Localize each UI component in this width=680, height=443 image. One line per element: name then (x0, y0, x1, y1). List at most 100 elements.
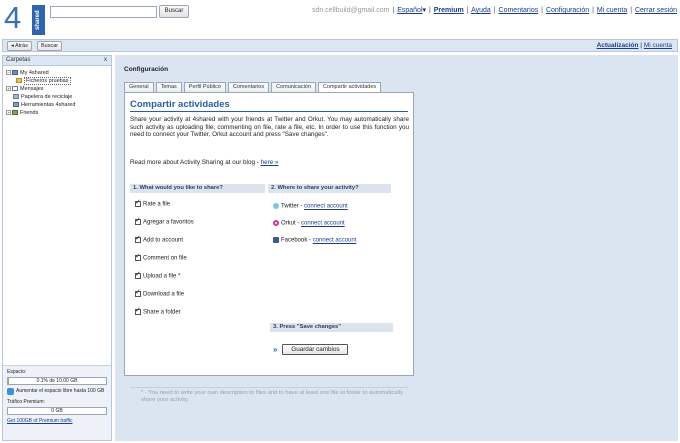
tree-item-label: Ficheros pruebas (24, 77, 71, 85)
traffic-label: Tráfico Premium: (7, 399, 45, 405)
update-link[interactable]: Actualización (597, 42, 639, 49)
option-comment-file[interactable]: Comment on file (135, 253, 187, 263)
save-row: » Guardar cambios (273, 344, 349, 355)
main-area: Configuración General Temas Perfil Públi… (115, 55, 678, 441)
tree-item-friends[interactable]: + Friends (6, 109, 111, 117)
tree-item-label: Papelera de reciclaje (21, 94, 73, 100)
checkbox[interactable] (135, 199, 141, 207)
nav-account-link[interactable]: Mi cuenta (644, 42, 672, 49)
orkut-icon (273, 220, 279, 226)
intro-text: Share your activity at 4shared with your… (130, 116, 409, 139)
help-link[interactable]: Ayuda (471, 7, 491, 14)
expand-icon[interactable]: + (6, 86, 11, 92)
logo[interactable]: 4 shared (4, 1, 46, 35)
upgrade-text: Aumentar el espacio libre hasta 100 GB (16, 388, 105, 394)
traffic-value: 0 GB (51, 408, 63, 414)
twitter-icon (273, 203, 279, 209)
space-label: Espacio: (7, 369, 27, 375)
service-facebook: Facebook - connect account (273, 237, 356, 245)
tree-item-my-4shared[interactable]: − My 4shared (6, 69, 111, 77)
logout-link[interactable]: Cerrar sesión (635, 7, 677, 14)
checkbox[interactable] (135, 271, 141, 279)
top-links: sdn.cellbuild@gmail.com | Español▾ | Pre… (311, 7, 677, 14)
collapse-icon[interactable]: − (6, 70, 11, 76)
tree-item-label: Mensajes (20, 86, 44, 92)
tab-comentarios[interactable]: Comentarios (227, 82, 270, 92)
sidebar-header: Carpetas x (3, 56, 111, 66)
connect-twitter-link[interactable]: connect account (304, 204, 348, 210)
option-download-file[interactable]: Download a file (135, 289, 184, 299)
close-icon[interactable]: x (104, 56, 107, 65)
checkbox[interactable] (135, 235, 141, 243)
storage-panel: Espacio: 0.1% de 10.00 GB Aumentar el es… (3, 365, 111, 440)
upgrade-icon (7, 388, 14, 395)
double-arrow-icon: » (273, 345, 278, 354)
blog-link[interactable]: here » (261, 159, 279, 166)
home-icon (12, 70, 18, 76)
option-add-to-account[interactable]: Add to account (135, 235, 183, 245)
connect-orkut-link[interactable]: connect account (301, 221, 345, 227)
panel-title: Compartir actividades (130, 99, 230, 110)
checkbox[interactable] (135, 253, 141, 261)
premium-link[interactable]: Premium (434, 7, 464, 14)
service-orkut: Orkut - connect account (273, 220, 345, 228)
tree-item-herramientas[interactable]: Herramientas 4shared (6, 101, 111, 109)
option-share-folder[interactable]: Share a folder (135, 307, 181, 317)
tree-item-papelera[interactable]: Papelera de reciclaje (6, 93, 111, 101)
premium-traffic-link[interactable]: Get 100GB of Premium traffic (7, 418, 107, 424)
tree-item-label: My 4shared (20, 70, 49, 76)
upgrade-space[interactable]: Aumentar el espacio libre hasta 100 GB (7, 388, 107, 395)
section-where-to-share: 2. Where to share your activity? (268, 184, 391, 193)
tab-perfil-publico[interactable]: Perfil Público (183, 82, 226, 92)
sidebar: Carpetas x − My 4shared Ficheros pruebas … (2, 55, 112, 441)
tree-item-label: Herramientas 4shared (21, 102, 76, 108)
service-twitter: Twitter - connect account (273, 203, 348, 211)
friends-icon (12, 110, 18, 116)
space-value: 0.1% de 10.00 GB (36, 378, 78, 384)
comments-link[interactable]: Comentarios (499, 7, 539, 14)
tree-item-mensajes[interactable]: + Mensajes (6, 85, 111, 93)
checkbox[interactable] (135, 289, 141, 297)
trash-icon (13, 94, 19, 100)
expand-icon[interactable]: + (6, 110, 11, 116)
sidebar-title: Carpetas (6, 57, 31, 63)
mail-icon (12, 86, 18, 92)
search-button[interactable]: Buscar (159, 5, 189, 18)
checkbox[interactable] (135, 307, 141, 315)
option-upload-file[interactable]: Upload a file * (135, 271, 180, 281)
title-divider (130, 111, 408, 112)
checkbox[interactable] (135, 217, 141, 225)
back-button[interactable]: ◂ Atrás (7, 41, 32, 51)
nav-search-button[interactable]: Buscar (37, 41, 63, 51)
settings-link[interactable]: Configuración (546, 7, 589, 14)
my-account-link[interactable]: Mi cuenta (597, 7, 627, 14)
nav-links: Actualización | Mi cuenta (596, 42, 672, 49)
search-input[interactable] (50, 6, 157, 18)
space-gauge: 0.1% de 10.00 GB (7, 377, 107, 385)
save-button[interactable]: Guardar cambios (282, 344, 349, 355)
tab-temas[interactable]: Temas (155, 82, 182, 92)
language-link[interactable]: Español (397, 7, 422, 14)
page-title: Configuración (124, 66, 169, 73)
option-rate-file[interactable]: Rate a file (135, 199, 170, 209)
tree-item-ficheros-pruebas[interactable]: Ficheros pruebas (6, 77, 111, 85)
footnote: * - You need to write your own descripti… (141, 390, 403, 403)
top-bar: 4 shared Buscar sdn.cellbuild@gmail.com … (0, 0, 680, 38)
settings-panel: Compartir actividades Share your activit… (124, 92, 414, 403)
tab-comunicacion[interactable]: Comunicación (271, 82, 316, 92)
logo-tag: shared (32, 5, 45, 35)
nav-bar: ◂ Atrás Buscar Actualización | Mi cuenta (2, 39, 678, 52)
folder-tree: − My 4shared Ficheros pruebas + Mensajes P… (3, 66, 111, 117)
folder-icon (16, 78, 22, 84)
footnote-divider (130, 387, 408, 388)
option-add-favorites[interactable]: Agregar a favoritos (135, 217, 194, 227)
tab-general[interactable]: General (124, 82, 154, 92)
section-what-to-share: 1. What would you like to share? (130, 184, 265, 193)
traffic-gauge: 0 GB (7, 407, 107, 415)
tools-icon (13, 102, 19, 108)
read-more: Read more about Activity Sharing at our … (130, 159, 278, 166)
facebook-icon (273, 237, 279, 243)
connect-facebook-link[interactable]: connect account (313, 238, 357, 244)
chevron-down-icon[interactable]: ▾ (423, 7, 427, 14)
user-email: sdn.cellbuild@gmail.com (311, 7, 390, 14)
